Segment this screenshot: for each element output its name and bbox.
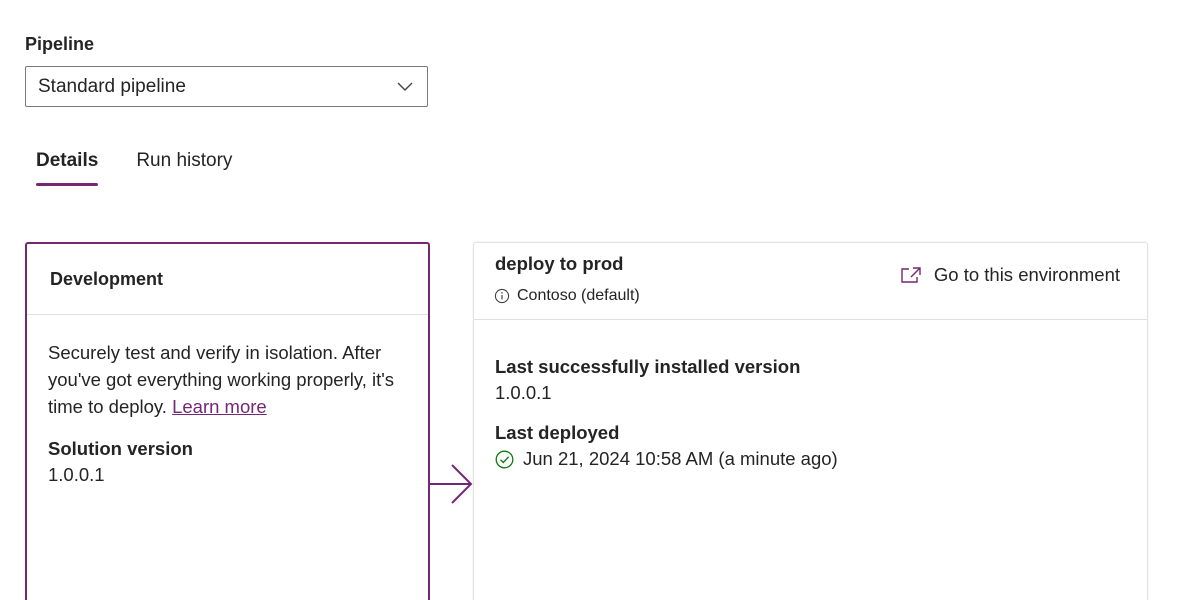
checkmark-circle-icon xyxy=(495,450,514,469)
development-card-title: Development xyxy=(27,244,428,315)
tab-list: Details Run history xyxy=(36,150,270,186)
deploy-stage-card: deploy to prod Contoso (default) Go to t… xyxy=(473,242,1148,600)
pipeline-dropdown[interactable]: Standard pipeline xyxy=(25,66,428,107)
last-deployed-value: Jun 21, 2024 10:58 AM (a minute ago) xyxy=(523,448,838,469)
development-description: Securely test and verify in isolation. A… xyxy=(48,339,407,420)
tab-run-history[interactable]: Run history xyxy=(136,150,232,186)
environment-name: Contoso (default) xyxy=(517,287,640,304)
solution-version-value: 1.0.0.1 xyxy=(48,464,105,485)
stage-title: deploy to prod xyxy=(495,253,624,274)
last-deployed-row: Jun 21, 2024 10:58 AM (a minute ago) xyxy=(495,448,1126,470)
go-to-environment-label: Go to this environment xyxy=(933,264,1120,285)
development-stage-card[interactable]: Development Securely test and verify in … xyxy=(25,242,430,600)
pipeline-page: Pipeline Standard pipeline Details Run h… xyxy=(0,0,1200,600)
last-deployed-label: Last deployed xyxy=(495,422,620,443)
chevron-down-icon xyxy=(397,82,413,92)
last-installed-version: 1.0.0.1 xyxy=(495,382,552,403)
solution-version-label: Solution version xyxy=(48,438,193,459)
tab-details[interactable]: Details xyxy=(36,150,99,186)
info-icon xyxy=(494,288,510,304)
arrow-right-icon xyxy=(428,464,474,509)
go-to-environment-button[interactable]: Go to this environment xyxy=(900,264,1120,286)
pipeline-selected-value: Standard pipeline xyxy=(38,75,186,97)
pipeline-label: Pipeline xyxy=(25,34,95,54)
last-installed-label: Last successfully installed version xyxy=(495,356,801,377)
open-external-icon xyxy=(900,266,922,284)
stage-environment: Contoso (default) xyxy=(494,287,640,305)
learn-more-link[interactable]: Learn more xyxy=(172,396,267,417)
